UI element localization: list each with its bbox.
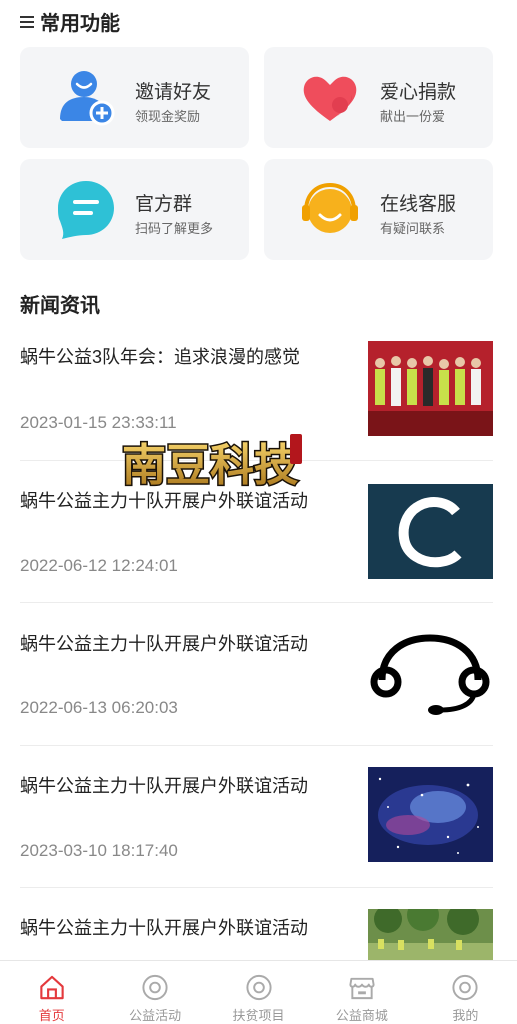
headset-service-icon <box>302 182 358 233</box>
divider <box>20 745 493 746</box>
chat-group-icon <box>58 181 114 239</box>
bottom-tab-bar: 首页 公益活动 扶贫项目 公益商城 我的 <box>0 960 517 1024</box>
tab-poverty-project-label: 扶贫项目 <box>232 1008 285 1023</box>
divider <box>20 602 493 603</box>
watermark-logo: 南豆科技 <box>121 434 302 492</box>
tab-charity-mall-label: 公益商城 <box>335 1008 388 1023</box>
official-group-card[interactable]: 官方群 扫码了解更多 <box>20 159 249 260</box>
tab-poverty-project[interactable]: 扶贫项目 <box>207 961 310 1024</box>
invite-friends-card[interactable]: 邀请好友 领现金奖励 <box>20 47 249 148</box>
invite-friends-sub: 领现金奖励 <box>135 109 201 124</box>
list-icon <box>20 15 34 28</box>
home-icon <box>40 975 64 1000</box>
customer-service-label: 在线客服 <box>380 194 457 215</box>
circle-target-icon <box>142 974 168 1001</box>
circle-target-icon <box>245 974 272 1001</box>
news-thumbnail-image <box>368 909 493 960</box>
news-item-time: 2022-06-13 06:20:03 <box>20 698 178 717</box>
invite-user-icon <box>60 71 115 126</box>
customer-service-card[interactable]: 在线客服 有疑问联系 <box>264 159 493 260</box>
heart-donation-icon <box>303 76 357 121</box>
common-functions-title: 常用功能 <box>20 7 120 36</box>
news-item-title: 蜗牛公益3队年会：追求浪漫的感觉 <box>20 347 301 367</box>
tab-home-label: 首页 <box>38 1008 65 1023</box>
common-functions-label: 常用功能 <box>40 13 120 35</box>
tab-home[interactable]: 首页 <box>0 961 103 1024</box>
news-title: 新闻资讯 <box>20 289 100 318</box>
donation-sub: 献出一份爱 <box>380 109 446 124</box>
news-item-time: 2022-06-12 12:24:01 <box>20 556 178 575</box>
customer-service-sub: 有疑问联系 <box>380 221 446 236</box>
official-group-label: 官方群 <box>135 194 193 215</box>
news-item[interactable]: 蜗牛公益3队年会：追求浪漫的感觉 2023-01-15 23:33:11 <box>20 341 493 443</box>
svg-text:南豆科技: 南豆科技 <box>122 440 298 491</box>
news-title-label: 新闻资讯 <box>20 295 100 317</box>
invite-friends-label: 邀请好友 <box>135 82 212 103</box>
news-item[interactable]: 蜗牛公益主力十队开展户外联谊活动 2022-06-13 06:20:03 <box>20 628 493 730</box>
tab-mine[interactable]: 我的 <box>414 961 517 1024</box>
news-thumbnail-image <box>368 767 493 862</box>
news-thumbnail-image <box>368 628 493 723</box>
donation-label: 爱心捐款 <box>380 82 457 103</box>
divider <box>20 887 493 888</box>
tab-mine-label: 我的 <box>452 1008 479 1023</box>
news-item[interactable]: 蜗牛公益主力十队开展户外联谊活动 2023-03-10 18:17:40 <box>20 767 493 872</box>
news-thumbnail-image <box>368 341 493 436</box>
tab-charity-activity-label: 公益活动 <box>129 1008 182 1023</box>
tab-charity-activity[interactable]: 公益活动 <box>103 961 206 1024</box>
news-item[interactable]: 蜗牛公益主力十队开展户外联谊活动 <box>20 909 493 964</box>
donation-card[interactable]: 爱心捐款 献出一份爱 <box>264 47 493 148</box>
news-item-title: 蜗牛公益主力十队开展户外联谊活动 <box>20 776 308 796</box>
circle-target-icon <box>452 974 478 1001</box>
news-item-time: 2023-03-10 18:17:40 <box>20 841 178 860</box>
official-group-sub: 扫码了解更多 <box>135 221 214 236</box>
news-item[interactable]: 蜗牛公益主力十队开展户外联谊活动 2022-06-12 12:24:01 <box>20 484 493 587</box>
news-item-title: 蜗牛公益主力十队开展户外联谊活动 <box>20 918 308 938</box>
news-thumbnail-image <box>368 484 493 579</box>
news-item-title: 蜗牛公益主力十队开展户外联谊活动 <box>20 634 308 654</box>
tab-charity-mall[interactable]: 公益商城 <box>310 961 413 1024</box>
store-icon <box>349 977 375 1000</box>
